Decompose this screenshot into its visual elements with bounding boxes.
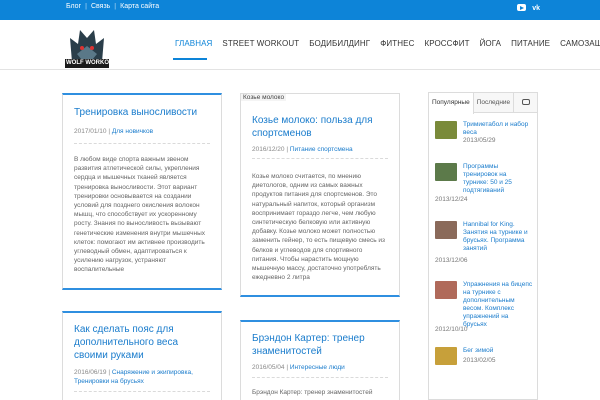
post-title[interactable]: Тренировка выносливости bbox=[74, 106, 213, 119]
post-card: Брэндон Картер: тренер знаменитостей 201… bbox=[240, 320, 400, 400]
popular-post-thumbnail[interactable] bbox=[435, 163, 457, 181]
top-bar: Блог | Связь | Карта сайта vk bbox=[0, 0, 600, 20]
tab-comments[interactable] bbox=[514, 93, 537, 113]
popular-post-date: 2013/12/06 bbox=[435, 257, 468, 264]
post-meta: 2016/12/20 | Питание спортсмена bbox=[252, 146, 353, 153]
popular-post-thumbnail[interactable] bbox=[435, 347, 457, 365]
social-links: vk bbox=[517, 4, 540, 13]
nav-item-crossfit[interactable]: КРОССФИТ bbox=[419, 39, 474, 48]
post-divider bbox=[74, 391, 210, 392]
nav-item-yoga[interactable]: ЙОГА bbox=[475, 39, 507, 48]
post-title[interactable]: Как сделать пояс для дополнительного вес… bbox=[74, 323, 213, 362]
nav-item-bodybuilding[interactable]: БОДИБИЛДИНГ bbox=[304, 39, 375, 48]
vk-icon[interactable]: vk bbox=[532, 4, 540, 13]
post-category[interactable]: Питание спортсмена bbox=[290, 146, 353, 153]
comment-icon bbox=[521, 99, 530, 105]
popular-post-title[interactable]: Тримиетабол и набор веса bbox=[463, 121, 533, 137]
popular-post-item[interactable]: Тримиетабол и набор веса 2013/05/29 bbox=[435, 121, 533, 159]
post-image-alt: Козье молоко bbox=[241, 94, 287, 101]
popular-post-thumbnail[interactable] bbox=[435, 221, 457, 239]
popular-post-thumbnail[interactable] bbox=[435, 121, 457, 139]
post-date: 2017/01/10 bbox=[74, 128, 107, 135]
logo-text: WOLF WORKOUT bbox=[66, 60, 117, 66]
popular-post-date: 2013/05/29 bbox=[463, 137, 496, 144]
nav-item-fitness[interactable]: ФИТНЕС bbox=[375, 39, 419, 48]
post-title[interactable]: Козье молоко: польза для спортсменов bbox=[252, 114, 391, 140]
post-meta: 2016/05/04 | Интересные люди bbox=[252, 364, 345, 371]
popular-post-item[interactable]: Упражнения на бицепс на турнике с дополн… bbox=[435, 281, 533, 341]
post-title[interactable]: Брэндон Картер: тренер знаменитостей bbox=[252, 332, 391, 358]
nav-item-street-workout[interactable]: STREET WORKOUT bbox=[217, 39, 304, 48]
top-links: Блог | Связь | Карта сайта bbox=[62, 3, 163, 10]
nav-active-underline bbox=[173, 58, 207, 60]
post-divider bbox=[74, 143, 210, 144]
tab-recent[interactable]: Последние bbox=[474, 93, 515, 113]
nav-item-nutrition[interactable]: ПИТАНИЕ bbox=[506, 39, 555, 48]
post-excerpt: Козье молоко считается, по мнению диетол… bbox=[252, 173, 386, 282]
post-card: Тренировка выносливости 2017/01/10 | Для… bbox=[62, 93, 222, 290]
popular-post-date: 2013/12/24 bbox=[435, 196, 468, 203]
popular-post-date: 2012/10/10 bbox=[435, 326, 468, 333]
popular-post-item[interactable]: Hannibal for King. Занятия на турнике и … bbox=[435, 221, 533, 271]
post-excerpt: В любом виде спорта важным звеном развит… bbox=[74, 156, 206, 274]
popular-post-title[interactable]: Программы тренировок на турнике: 50 и 25… bbox=[463, 163, 533, 195]
post-card: Как сделать пояс для дополнительного вес… bbox=[62, 311, 222, 400]
site-logo[interactable]: WOLF WORKOUT bbox=[62, 26, 117, 70]
popular-post-title[interactable]: Упражнения на бицепс на турнике с дополн… bbox=[463, 281, 533, 329]
popular-post-item[interactable]: Программы тренировок на турнике: 50 и 25… bbox=[435, 163, 533, 208]
popular-post-title[interactable]: Hannibal for King. Занятия на турнике и … bbox=[463, 221, 533, 253]
post-divider bbox=[252, 377, 388, 378]
top-link-separator: | bbox=[114, 3, 117, 10]
nav-item-home[interactable]: ГЛАВНАЯ bbox=[170, 39, 217, 48]
popular-post-date: 2013/02/05 bbox=[463, 357, 496, 364]
post-excerpt: Брэндон Картер: тренер знаменитостей bbox=[252, 389, 373, 396]
top-link-blog[interactable]: Блог bbox=[62, 3, 85, 10]
post-divider bbox=[252, 158, 388, 159]
top-link-sitemap[interactable]: Карта сайта bbox=[116, 3, 163, 10]
post-date: 2016/06/19 bbox=[74, 369, 107, 376]
post-date: 2016/05/04 bbox=[252, 364, 285, 371]
post-category[interactable]: Интересные люди bbox=[290, 364, 345, 371]
site-header: WOLF WORKOUT ГЛАВНАЯ STREET WORKOUT БОДИ… bbox=[0, 20, 600, 70]
top-link-separator: | bbox=[85, 3, 87, 10]
post-date: 2016/12/20 bbox=[252, 146, 285, 153]
popular-post-item[interactable]: Бег зимой 2013/02/05 bbox=[435, 347, 533, 377]
youtube-icon[interactable] bbox=[517, 4, 527, 11]
sidebar-widget: Популярные Последние Тримиетабол и набор… bbox=[428, 92, 538, 400]
top-link-contact[interactable]: Связь bbox=[87, 3, 114, 10]
main-nav: ГЛАВНАЯ STREET WORKOUT БОДИБИЛДИНГ ФИТНЕ… bbox=[170, 39, 600, 48]
post-card: Козье молоко Козье молоко: польза для сп… bbox=[240, 93, 400, 297]
popular-post-title[interactable]: Бег зимой bbox=[463, 347, 533, 355]
sidebar-tabs: Популярные Последние bbox=[429, 93, 537, 114]
nav-item-self-defense[interactable]: САМОЗАЩИТА bbox=[555, 39, 600, 48]
popular-post-thumbnail[interactable] bbox=[435, 281, 457, 299]
post-category[interactable]: Для новичков bbox=[112, 128, 153, 135]
post-meta: 2017/01/10 | Для новичков bbox=[74, 128, 154, 135]
tab-popular[interactable]: Популярные bbox=[429, 93, 474, 114]
post-meta: 2016/06/19 | Снаряжение и экипировка, Тр… bbox=[74, 369, 193, 385]
